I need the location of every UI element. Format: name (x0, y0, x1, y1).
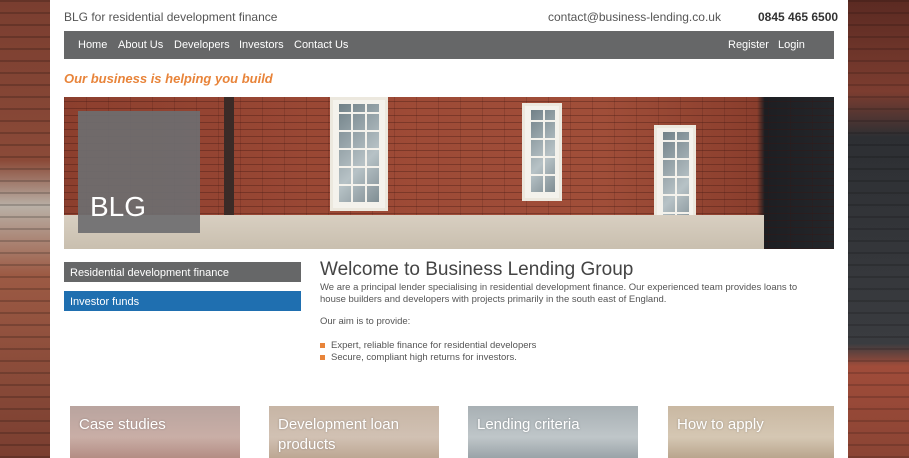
logo-text: BLG (90, 191, 147, 222)
slogan: Our business is helping you build (64, 71, 273, 86)
aim-text: Our aim is to provide: (320, 316, 411, 327)
welcome-heading: Welcome to Business Lending Group (320, 259, 634, 280)
nav-item-home[interactable]: Home (78, 39, 107, 51)
welcome-paragraph: We are a principal lender specialising i… (320, 282, 798, 305)
login-link[interactable]: Login (778, 39, 805, 51)
aim-list: Expert, reliable finance for residential… (320, 340, 536, 364)
sidebar-item-investor-funds[interactable]: Investor funds (64, 291, 301, 311)
bullet-square-icon (320, 355, 325, 360)
hero-window (330, 97, 388, 211)
tile-how-to-apply[interactable]: How to apply (668, 406, 834, 458)
background-photo-left (0, 0, 50, 458)
blg-logo: BLG (78, 111, 200, 233)
tile-label: Development loan products (278, 416, 399, 453)
tile-lending-criteria[interactable]: Lending criteria (468, 406, 638, 458)
list-item: Expert, reliable finance for residential… (320, 340, 536, 352)
page-container: BLG for residential development finance … (50, 0, 848, 458)
list-item: Secure, compliant high returns for inves… (320, 352, 536, 364)
phone-number: 0845 465 6500 (758, 10, 839, 24)
tile-label: Case studies (79, 416, 166, 433)
nav-item-about-us[interactable]: About Us (118, 39, 163, 51)
bullet-square-icon (320, 343, 325, 348)
nav-item-developers[interactable]: Developers (174, 39, 230, 51)
tile-label: Lending criteria (477, 416, 580, 433)
main-nav: Home About Us Developers Investors Conta… (64, 31, 834, 59)
tile-label: How to apply (677, 416, 764, 433)
sidebar-item-residential-development-finance[interactable]: Residential development finance (64, 262, 301, 282)
tile-case-studies[interactable]: Case studies (70, 406, 240, 458)
nav-item-contact-us[interactable]: Contact Us (294, 39, 348, 51)
site-tagline: BLG for residential development finance (64, 10, 278, 24)
hero-image: BLG (64, 97, 834, 249)
register-link[interactable]: Register (728, 39, 769, 51)
background-photo-right (848, 0, 909, 458)
tile-development-loan-products[interactable]: Development loan products (269, 406, 439, 458)
contact-email-link[interactable]: contact@business-lending.co.uk (548, 10, 721, 24)
top-bar: BLG for residential development finance … (50, 0, 848, 30)
hero-window (522, 103, 562, 201)
nav-item-investors[interactable]: Investors (239, 39, 284, 51)
